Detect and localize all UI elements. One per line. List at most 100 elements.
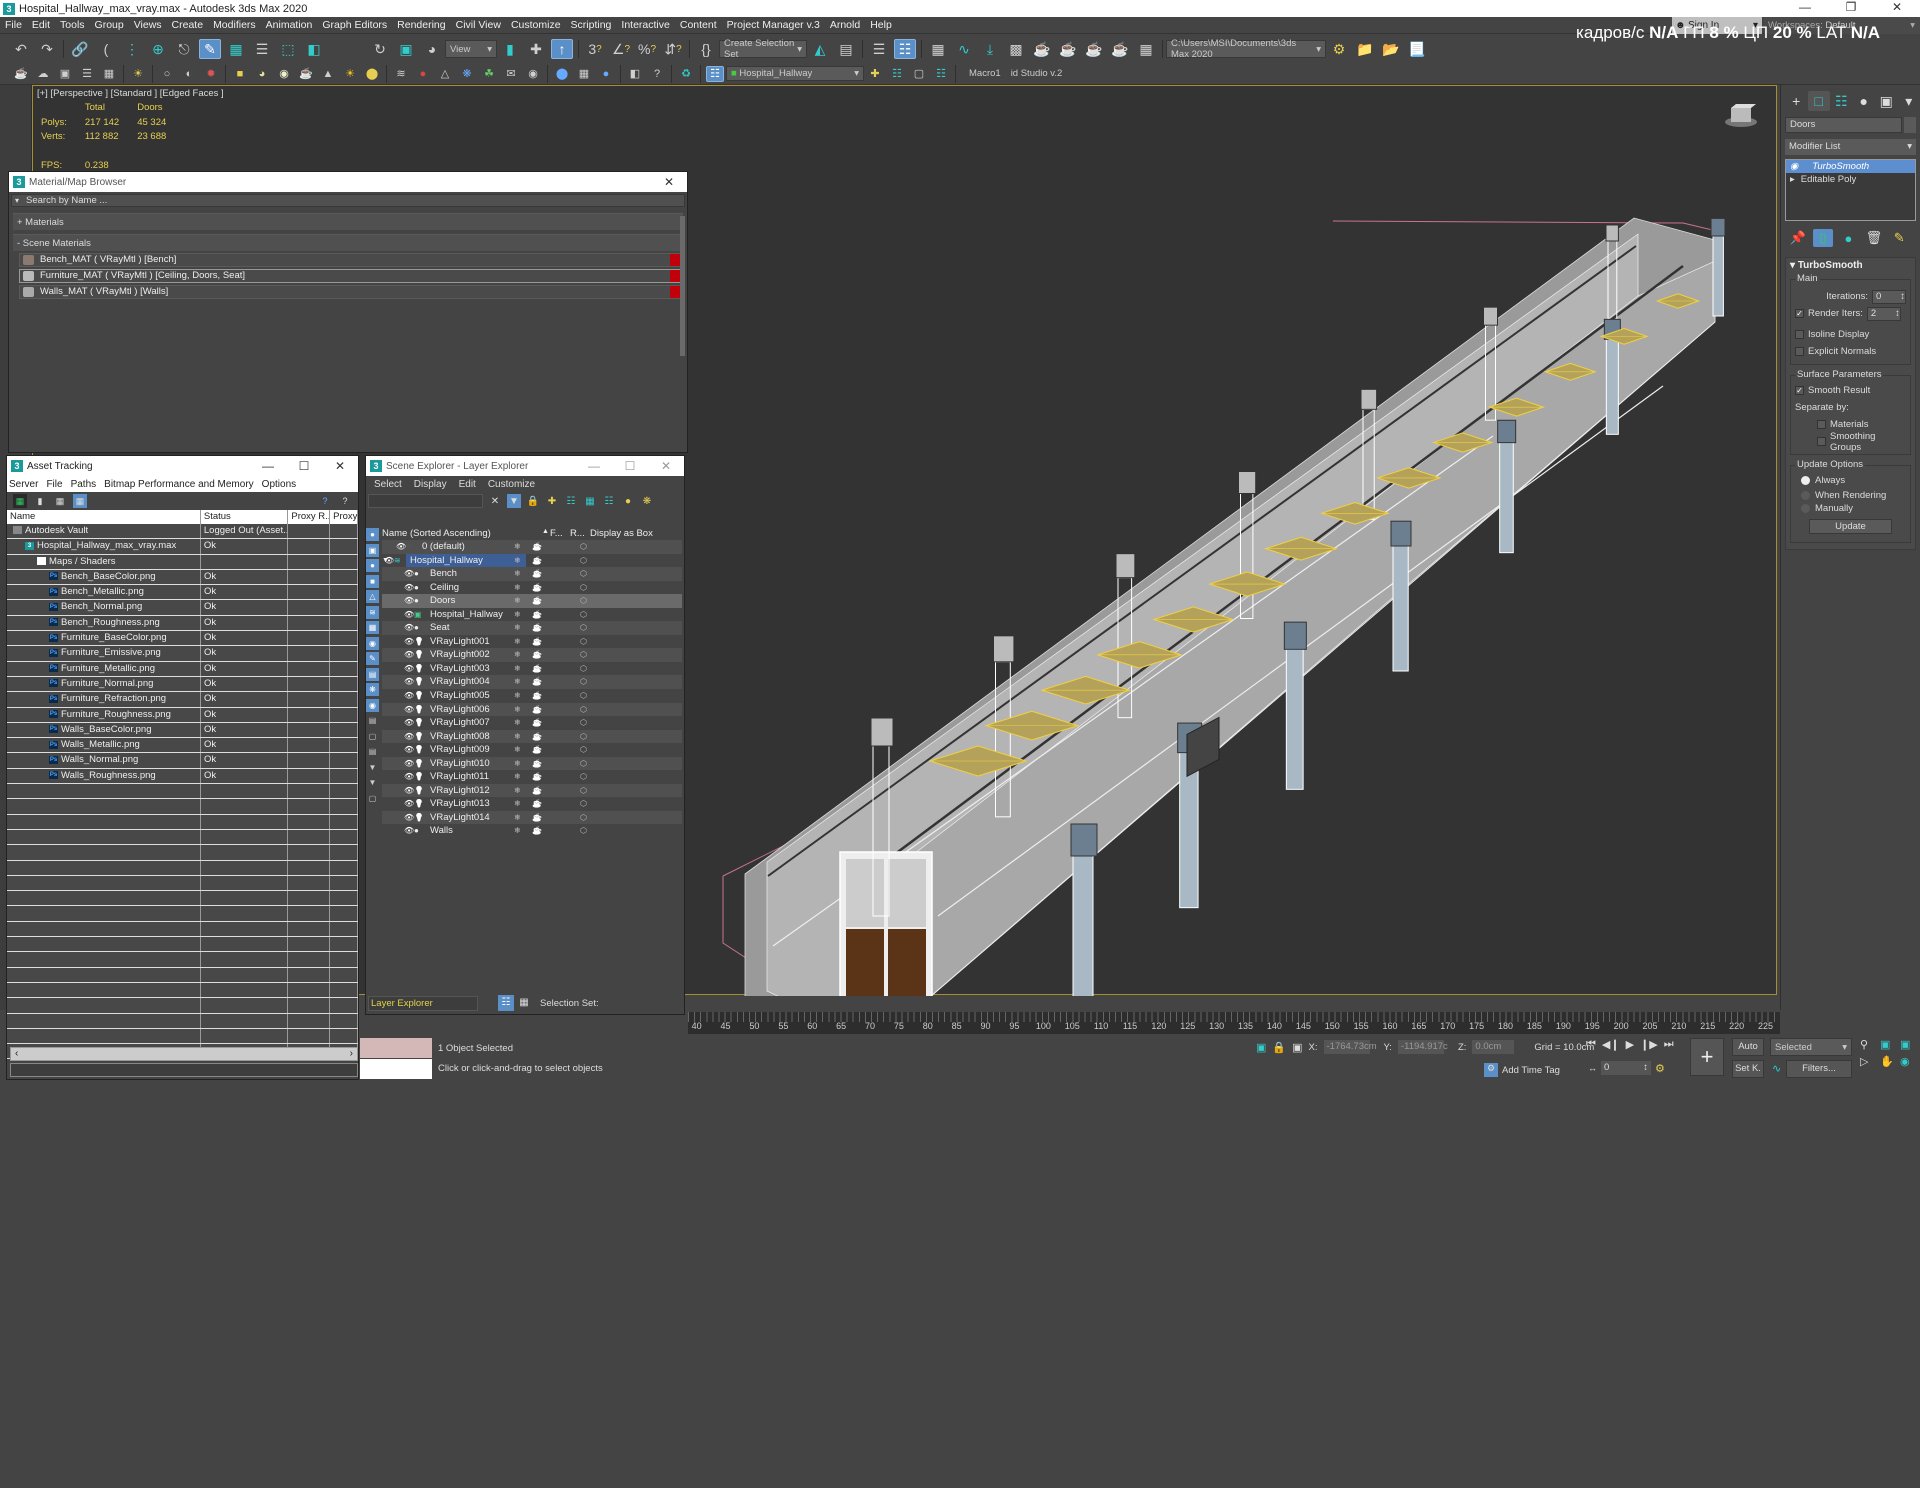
visibility-eye-icon[interactable]: 👁 bbox=[404, 757, 414, 771]
material-editor-icon[interactable]: ▩ bbox=[1005, 39, 1027, 59]
menu-edit[interactable]: Edit bbox=[459, 479, 476, 490]
project-settings-icon[interactable]: ⚙ bbox=[1328, 39, 1350, 59]
field-of-view-icon[interactable]: ▷ bbox=[1860, 1055, 1876, 1068]
display-as-box-icon[interactable]: ⬡ bbox=[580, 784, 587, 798]
asset-row[interactable]: PsFurniture_Refraction.pngOk bbox=[7, 692, 358, 707]
scroll-right-icon[interactable]: › bbox=[350, 1048, 353, 1060]
link-icon[interactable]: 🔗 bbox=[69, 39, 91, 59]
visibility-eye-icon[interactable]: 👁 bbox=[404, 784, 414, 798]
lock-icon[interactable]: 🔒 bbox=[526, 494, 540, 508]
snaps-toggle-icon[interactable]: 3? bbox=[584, 39, 606, 59]
renderable-teapot-icon[interactable]: ☕ bbox=[532, 567, 542, 581]
vray-cosmos-icon[interactable]: ● bbox=[597, 66, 615, 82]
visibility-eye-icon[interactable]: 👁 bbox=[404, 797, 414, 811]
add-time-tag-button[interactable]: Add Time Tag bbox=[1502, 1065, 1560, 1076]
vray-volume-icon[interactable]: ◉ bbox=[524, 66, 542, 82]
unlink-icon[interactable]: ( bbox=[95, 39, 117, 59]
freeze-toggle-icon[interactable]: ❄ bbox=[514, 594, 521, 608]
menu-server[interactable]: Server bbox=[9, 479, 38, 490]
rendered-frame-window-icon[interactable]: ☕ bbox=[1057, 39, 1079, 59]
reference-coordinate-dropdown[interactable]: View▾ bbox=[445, 40, 497, 58]
light-icon[interactable]: ● bbox=[621, 494, 635, 508]
project-new-icon[interactable]: 📃 bbox=[1406, 39, 1428, 59]
create-layer-icon[interactable]: ✚ bbox=[866, 66, 884, 82]
renderable-teapot-icon[interactable]: ☕ bbox=[532, 716, 542, 730]
column-display-as-box[interactable]: Display as Box bbox=[590, 528, 653, 540]
column-frozen[interactable]: F... bbox=[550, 528, 570, 540]
display-as-box-icon[interactable]: ⬡ bbox=[580, 797, 587, 811]
renderable-teapot-icon[interactable]: ☕ bbox=[532, 824, 542, 838]
camera-icon[interactable]: ○ bbox=[158, 66, 176, 82]
asset-row[interactable]: PsBench_Normal.pngOk bbox=[7, 600, 358, 615]
visibility-eye-icon[interactable]: 👁 bbox=[404, 743, 414, 757]
display-as-box-icon[interactable]: ⬡ bbox=[580, 770, 587, 784]
visibility-eye-icon[interactable]: 👁 bbox=[404, 730, 414, 744]
explicit-normals-checkbox[interactable] bbox=[1795, 347, 1804, 356]
column-status[interactable]: Status bbox=[201, 510, 289, 524]
scene-row[interactable]: 👁💡VRayLight008❄☕⬡ bbox=[382, 730, 682, 744]
object-name-field[interactable]: Doors bbox=[1785, 117, 1902, 133]
materials-checkbox[interactable] bbox=[1817, 420, 1826, 429]
key-tangent-icon[interactable]: ∿ bbox=[1772, 1062, 1781, 1075]
display-as-box-icon[interactable]: ⬡ bbox=[580, 594, 587, 608]
z-coordinate-field[interactable]: 0.0cm bbox=[1472, 1040, 1514, 1054]
renderable-teapot-icon[interactable]: ☕ bbox=[532, 770, 542, 784]
xrefs-filter-icon[interactable]: ◉ bbox=[366, 637, 379, 650]
display-as-box-icon[interactable]: ⬡ bbox=[580, 567, 587, 581]
smoothing-groups-checkbox[interactable] bbox=[1817, 437, 1826, 446]
scene-row[interactable]: 👁💡VRayLight006❄☕⬡ bbox=[382, 703, 682, 717]
modifier-list-dropdown[interactable]: Modifier List▾ bbox=[1785, 139, 1916, 155]
menu-create[interactable]: Create bbox=[167, 19, 209, 31]
freeze-toggle-icon[interactable]: ❄ bbox=[514, 797, 521, 811]
scene-row[interactable]: 👁●Seat❄☕⬡ bbox=[382, 621, 682, 635]
invert-display-icon[interactable]: ▤ bbox=[366, 745, 379, 758]
play-icon[interactable]: ▶ bbox=[1626, 1038, 1634, 1051]
asset-row[interactable]: PsWalls_Roughness.pngOk bbox=[7, 769, 358, 784]
vray-info-icon[interactable]: ◧ bbox=[626, 66, 644, 82]
freeze-toggle-icon[interactable]: ❄ bbox=[514, 703, 521, 717]
close-icon[interactable]: ✕ bbox=[648, 459, 684, 473]
visibility-eye-icon[interactable]: 👁 bbox=[404, 703, 414, 717]
freeze-toggle-icon[interactable]: ❄ bbox=[514, 784, 521, 798]
light-lister-icon[interactable]: ☀ bbox=[129, 66, 147, 82]
scene-row[interactable]: 👁💡VRayLight005❄☕⬡ bbox=[382, 689, 682, 703]
renderable-teapot-icon[interactable]: ☕ bbox=[532, 581, 542, 595]
placement-icon[interactable]: ◕ bbox=[421, 39, 443, 59]
visibility-eye-icon[interactable]: 👁 bbox=[396, 540, 406, 554]
renderable-teapot-icon[interactable]: ☕ bbox=[532, 554, 542, 568]
edit-named-selection-icon[interactable]: {} bbox=[695, 39, 717, 59]
time-slider-track[interactable]: 4045505560657075808590951001051101151201… bbox=[688, 1012, 1780, 1034]
freeze-toggle-icon[interactable]: ❄ bbox=[514, 540, 521, 554]
remove-modifier-icon[interactable]: 🗑 bbox=[1864, 229, 1884, 247]
vray-sphere-icon[interactable]: ◉ bbox=[275, 66, 293, 82]
close-icon[interactable]: ✕ bbox=[1874, 0, 1920, 14]
absolute-mode-icon[interactable]: ▣ bbox=[1292, 1041, 1302, 1054]
layers-icon[interactable]: ☷ bbox=[602, 494, 616, 508]
menu-rendering[interactable]: Rendering bbox=[392, 19, 450, 31]
stack-item-editable-poly[interactable]: ▸Editable Poly bbox=[1786, 173, 1915, 186]
image-view-icon[interactable]: ▦ bbox=[53, 494, 67, 508]
previous-frame-icon[interactable]: ◀❙ bbox=[1602, 1038, 1620, 1051]
menu-scripting[interactable]: Scripting bbox=[566, 19, 617, 31]
hierarchy-tab-icon[interactable]: ☷ bbox=[1830, 91, 1853, 111]
update-button[interactable]: Update bbox=[1809, 519, 1892, 534]
display-as-box-icon[interactable]: ⬡ bbox=[580, 703, 587, 717]
spinner-snap-icon[interactable]: ⇵? bbox=[662, 39, 684, 59]
scene-row[interactable]: 👁●Bench❄☕⬡ bbox=[382, 567, 682, 581]
containers-filter-icon[interactable]: ▤ bbox=[366, 668, 379, 681]
schematic-view-icon[interactable]: ⤓ bbox=[979, 39, 1001, 59]
vray-dome-icon[interactable]: ◕ bbox=[253, 66, 271, 82]
make-unique-icon[interactable]: ● bbox=[1838, 229, 1858, 247]
freeze-toggle-icon[interactable]: ❄ bbox=[514, 608, 521, 622]
display-as-box-icon[interactable]: ⬡ bbox=[580, 608, 587, 622]
select-in-layer-icon[interactable]: ▢ bbox=[910, 66, 928, 82]
go-to-end-icon[interactable]: ⏭ bbox=[1664, 1038, 1674, 1051]
scene-row[interactable]: 👁💡VRayLight007❄☕⬡ bbox=[382, 716, 682, 730]
restore-icon[interactable]: ❐ bbox=[1828, 0, 1874, 14]
display-as-box-icon[interactable]: ⬡ bbox=[580, 581, 587, 595]
helpers-filter-icon[interactable]: △ bbox=[366, 590, 379, 603]
select-object-icon[interactable]: ✎ bbox=[199, 39, 221, 59]
menu-civil-view[interactable]: Civil View bbox=[451, 19, 506, 31]
freeze-toggle-icon[interactable]: ❄ bbox=[514, 770, 521, 784]
rotate-icon[interactable]: ↻ bbox=[369, 39, 391, 59]
